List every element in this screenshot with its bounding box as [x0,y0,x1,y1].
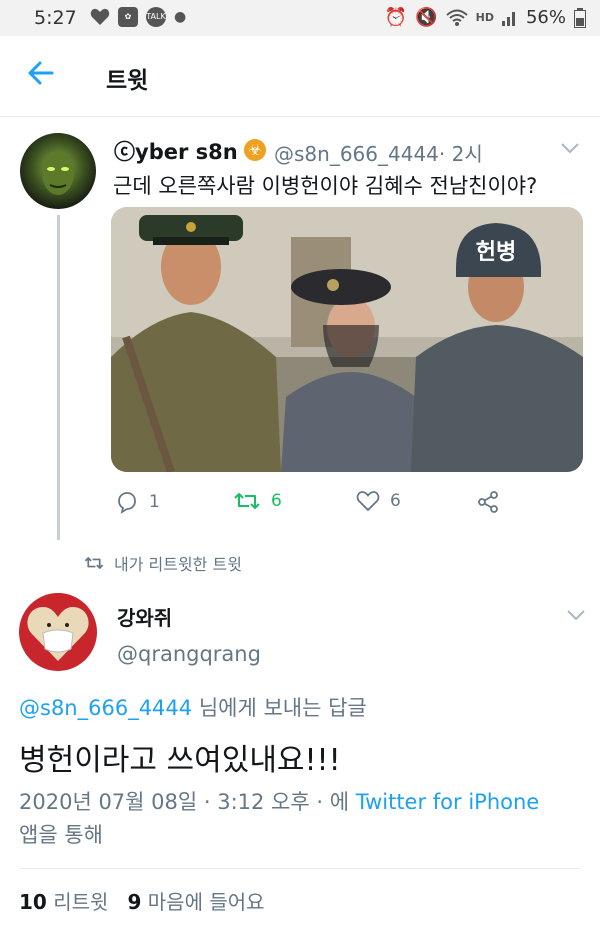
status-time: 5:27 [34,7,77,29]
more-notifications-dot-icon: ● [174,9,187,25]
parent-tweet-text: 근데 오른쪽사람 이병헌이야 김혜수 전남친이야? [113,174,538,198]
parent-tweet-menu-button[interactable] [560,140,580,159]
reply-to-suffix: 님에게 보내는 답글 [192,696,367,720]
parent-tweet-handle-and-time[interactable]: @s8n_666_4444· 2시 [274,138,483,167]
like-action[interactable]: 6 [356,490,401,512]
gallery-notification-icon: ✿ [118,7,138,27]
chevron-down-icon [567,610,585,621]
retweets-label: 리트윗 [53,890,109,914]
wifi-icon [445,9,468,26]
likes-stat[interactable]: 9 마음에 들어요 [127,890,264,914]
retweet-count: 6 [271,491,282,511]
back-arrow-icon [28,61,54,85]
parent-tweet-handle: @s8n_666_4444 [274,142,439,166]
heart-notification-icon [90,8,110,25]
heart-icon [356,491,380,512]
tweet-stats: 10 리트윗 9 마음에 들어요 [19,886,265,915]
replying-to-line: @s8n_666_4444 님에게 보내는 답글 [19,692,367,722]
tweet-source-link[interactable]: Twitter for iPhone [356,790,540,814]
retweet-action[interactable]: 6 [233,490,282,512]
share-icon [478,491,498,513]
signal-icon [501,11,515,26]
like-count: 6 [390,491,401,511]
main-tweet-display-name[interactable]: 강와쥐 [117,602,172,631]
retweeted-by-me-label: 내가 리트윗한 트윗 [84,551,242,575]
soldiers-photo-illustration: 헌병 [111,207,583,472]
avatar-mask-graphic [27,607,89,661]
status-notification-icons: ✿ TALK ● [90,7,186,27]
parent-tweet-time: · 2시 [438,142,483,166]
likes-label: 마음에 들어요 [147,890,265,914]
biohazard-icon: ☣ [244,139,266,161]
main-tweet-menu-button[interactable] [566,607,586,626]
page-title: 트윗 [106,68,149,94]
retweets-stat[interactable]: 10 리트윗 [19,890,108,914]
reply-icon [118,492,136,514]
parent-tweet-avatar[interactable] [20,133,96,209]
chevron-down-icon [561,143,579,154]
reply-to-mention-link[interactable]: @s8n_666_4444 [19,696,192,720]
reply-count: 1 [149,492,160,512]
likes-count: 9 [127,890,142,914]
retweet-icon [234,493,260,509]
tweet-timestamp-line: 2020년 07월 08일 · 3:12 오후 · 에 Twitter for … [19,786,589,852]
mute-icon: 🔇 [415,7,438,28]
hd-voice-icon: HD [475,11,494,24]
parent-tweet-display-name[interactable]: ⓒyber s8n [114,136,238,166]
retweets-count: 10 [19,890,47,914]
reply-action[interactable]: 1 [115,490,160,514]
alarm-icon: ⏰ [384,7,408,28]
stats-divider [19,868,581,869]
tweet-source-suffix: 앱을 통해 [19,823,103,847]
status-system-icons: ⏰ 🔇 HD 56% [385,7,586,28]
thread-connector-line [57,215,60,540]
talk-notification-icon: TALK [146,7,166,27]
back-button[interactable] [26,58,56,92]
main-tweet-text: 병헌이라고 쓰여있내요!!! [19,743,341,778]
small-retweet-icon [84,557,104,569]
retweeted-label-text: 내가 리트윗한 트윗 [114,555,242,574]
parent-tweet-photo[interactable]: 헌병 [111,207,583,472]
main-tweet-handle[interactable]: @qrangqrang [117,642,261,666]
battery-percentage: 56% [525,7,566,28]
share-action[interactable] [476,490,500,514]
battery-icon [574,7,586,28]
app-header [0,36,600,117]
avatar-face-graphic [42,151,74,195]
tweet-timestamp: 2020년 07월 08일 · 3:12 오후 · 에 [19,790,356,814]
helmet-label-text: 헌병 [476,240,516,265]
main-tweet-avatar[interactable] [19,593,97,671]
